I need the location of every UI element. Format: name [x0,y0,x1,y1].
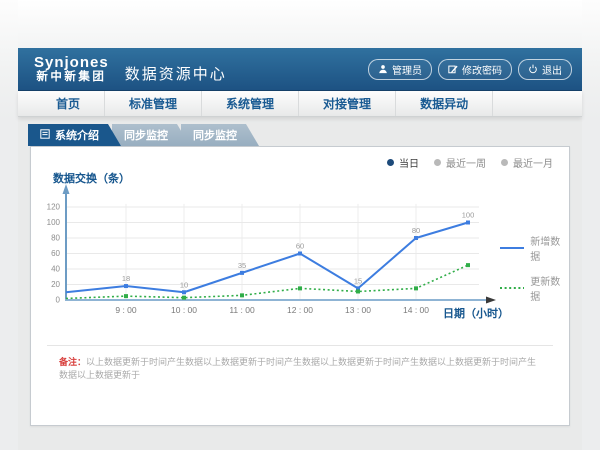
svg-text:0: 0 [56,296,61,305]
svg-text:35: 35 [238,261,246,270]
header-actions: 管理员 修改密码 退出 [368,59,572,80]
svg-text:120: 120 [47,203,61,212]
nav-item-data-change[interactable]: 数据异动 [396,91,493,116]
page: Synjones 新中新集团 数据资源中心 管理员 修改密码 退出 [18,0,582,450]
legend-label: 新增数据 [530,233,569,263]
tab-label: 系统介绍 [55,127,99,143]
svg-text:13 : 00: 13 : 00 [345,305,371,315]
chart-legend: 新增数据更新数据 [499,233,569,303]
range-radio-group: 当日 最近一周 最近一月 [387,155,553,170]
form-icon [40,129,50,142]
footer-note-text: 以上数据更新于时间产生数据以上数据更新于时间产生数据以上数据更新于时间产生数据以… [59,357,536,380]
nav-item-system[interactable]: 系统管理 [202,91,299,116]
range-radio-last-week[interactable]: 最近一周 [434,155,486,170]
change-password-label: 修改密码 [462,62,502,77]
logo-text-en: Synjones [34,55,109,71]
svg-text:日期（小时）: 日期（小时） [443,306,509,320]
person-icon [378,64,388,74]
radio-label: 最近一周 [446,155,486,170]
svg-text:10: 10 [180,280,188,289]
header-bar: Synjones 新中新集团 数据资源中心 管理员 修改密码 退出 [18,48,582,91]
solid-line-swatch-icon [499,244,524,252]
nav-item-integration[interactable]: 对接管理 [299,91,396,116]
main-nav: 首页标准管理系统管理对接管理数据异动 [18,91,582,117]
dotted-line-swatch-icon [499,284,524,292]
svg-text:80: 80 [51,234,60,243]
app-title: 数据资源中心 [125,63,227,84]
radio-label: 当日 [399,155,419,170]
svg-text:100: 100 [462,211,475,220]
svg-text:100: 100 [47,218,61,227]
line-chart: 0 20 40 60 80 100 120 9 : 00 10 : 00 11 : 00 12 : … [31,167,571,337]
power-icon [528,64,538,74]
svg-text:60: 60 [51,249,60,258]
svg-text:12 : 00: 12 : 00 [287,305,313,315]
svg-text:18: 18 [122,274,130,283]
user-button[interactable]: 管理员 [368,59,432,80]
svg-text:14 : 00: 14 : 00 [403,305,429,315]
radio-dot-icon [387,159,394,166]
tab-label: 同步监控 [124,127,168,143]
legend-item-updated-data: 更新数据 [499,273,569,303]
radio-label: 最近一月 [513,155,553,170]
company-logo[interactable]: Synjones 新中新集团 [34,55,109,84]
edit-icon [448,64,458,74]
tab-bar: 系统介绍 同步监控 同步监控 [18,117,582,146]
change-password-button[interactable]: 修改密码 [438,59,512,80]
radio-dot-icon [501,159,508,166]
footer-note: 备注：以上数据更新于时间产生数据以上数据更新于时间产生数据以上数据更新于时间产生… [47,345,553,381]
svg-text:10 : 00: 10 : 00 [171,305,197,315]
tab-label: 同步监控 [193,127,237,143]
svg-text:20: 20 [51,280,60,289]
radio-dot-icon [434,159,441,166]
legend-item-new-data: 新增数据 [499,233,569,263]
logout-label: 退出 [542,62,562,77]
range-radio-today[interactable]: 当日 [387,155,419,170]
chart-panel: 当日最近一周最近一月 数据交换（条） 0204060801001209 : 00… [30,146,570,426]
svg-text:60: 60 [296,242,304,251]
nav-item-home[interactable]: 首页 [32,91,105,116]
tab-system-intro[interactable]: 系统介绍 [28,124,121,146]
logout-button[interactable]: 退出 [518,59,572,80]
tab-sync-monitor-2[interactable]: 同步监控 [181,124,259,146]
legend-label: 更新数据 [530,273,569,303]
footer-note-label: 备注： [59,357,86,367]
svg-text:15: 15 [354,276,362,285]
range-radio-last-month[interactable]: 最近一月 [501,155,553,170]
svg-text:80: 80 [412,226,420,235]
svg-text:11 : 00: 11 : 00 [229,305,255,315]
svg-text:40: 40 [51,265,60,274]
top-strip [18,0,582,48]
main-content: 系统介绍同步监控同步监控 当日最近一周最近一月 数据交换（条） 02040608… [18,117,582,450]
logo-text-cn: 新中新集团 [34,71,109,83]
svg-text:9 : 00: 9 : 00 [115,305,137,315]
tab-sync-monitor-1[interactable]: 同步监控 [112,124,190,146]
nav-item-standards[interactable]: 标准管理 [105,91,202,116]
user-button-label: 管理员 [392,62,422,77]
